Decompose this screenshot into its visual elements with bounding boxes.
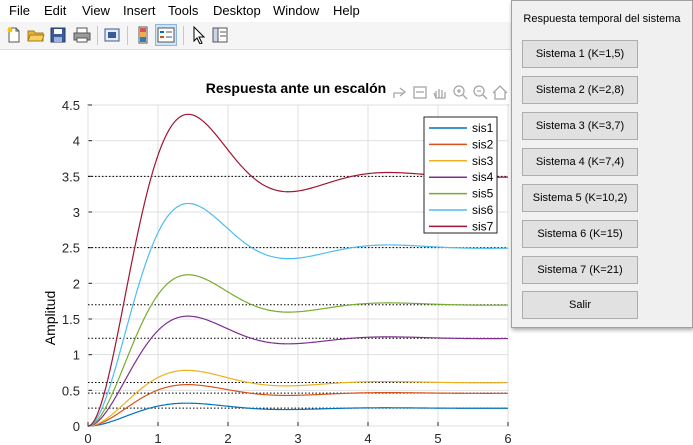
toolbar-separator (127, 26, 128, 45)
sistema-5-button[interactable]: Sistema 5 (K=10,2) (522, 184, 638, 212)
toolbar-separator (183, 26, 184, 45)
legend-icon[interactable] (157, 26, 175, 44)
open-folder-icon[interactable] (27, 26, 45, 44)
chart-title: Respuesta ante un escalón (206, 80, 387, 96)
y-tick-label: 1 (73, 348, 80, 363)
panel-title: Respuesta temporal del sistema (523, 13, 681, 25)
menu-file[interactable]: File (9, 3, 30, 18)
property-editor-icon[interactable] (211, 26, 229, 44)
y-tick-label: 0.5 (62, 383, 80, 398)
sistema-7-button[interactable]: Sistema 7 (K=21) (522, 256, 638, 284)
x-tick-label: 6 (504, 431, 511, 445)
legend-label-sis6: sis6 (472, 203, 494, 217)
x-tick-label: 4 (364, 431, 371, 445)
y-tick-labels: 0 0.5 1 1.5 2 2.5 3 3.5 4 4.5 (62, 98, 80, 434)
export-icon[interactable] (393, 87, 407, 98)
salir-button[interactable]: Salir (522, 291, 638, 319)
y-tick-label: 2.5 (62, 241, 80, 256)
y-axis-label: Amplitud (42, 291, 58, 345)
menu-view[interactable]: View (82, 3, 110, 18)
legend: sis1 sis2 sis3 sis4 sis5 sis6 sis7 (423, 116, 498, 234)
menu-help[interactable]: Help (333, 3, 360, 18)
x-tick-label: 1 (154, 431, 161, 445)
pan-icon[interactable] (433, 89, 446, 99)
x-tick-label: 5 (434, 431, 441, 445)
y-tick-label: 1.5 (62, 312, 80, 327)
toolbar-separator (97, 26, 98, 45)
x-tick-label: 3 (294, 431, 301, 445)
legend-label-sis2: sis2 (472, 137, 494, 151)
y-tick-label: 4 (73, 134, 80, 149)
axes-toolbar (393, 85, 508, 100)
legend-label-sis4: sis4 (472, 170, 494, 184)
brush-icon[interactable] (413, 86, 427, 99)
y-tick-label: 4.5 (62, 98, 80, 113)
sistema-4-button[interactable]: Sistema 4 (K=7,4) (522, 148, 638, 176)
y-tick-label: 2 (73, 276, 80, 291)
pointer-icon[interactable] (190, 26, 208, 44)
zoom-in-icon[interactable] (453, 85, 468, 100)
print-icon[interactable] (73, 26, 91, 44)
legend-label-sis1: sis1 (472, 121, 494, 135)
sistema-3-button[interactable]: Sistema 3 (K=3,7) (522, 112, 638, 140)
sistema-6-button[interactable]: Sistema 6 (K=15) (522, 220, 638, 248)
save-icon[interactable] (49, 26, 67, 44)
x-tick-labels: 0 1 2 3 4 5 6 (84, 431, 511, 445)
menu-insert[interactable]: Insert (123, 3, 156, 18)
x-tick-label: 2 (224, 431, 231, 445)
step-response-plot: 0 0.5 1 1.5 2 2.5 3 3.5 4 4.5 0 1 2 3 4 5 6 Respuesta a… (42, 80, 512, 445)
home-icon[interactable] (492, 85, 508, 100)
menu-tools[interactable]: Tools (168, 3, 198, 18)
zoom-out-icon[interactable] (473, 85, 488, 100)
y-tick-label: 3 (73, 205, 80, 220)
menu-desktop[interactable]: Desktop (213, 3, 261, 18)
legend-label-sis5: sis5 (472, 187, 494, 201)
menu-window[interactable]: Window (273, 3, 319, 18)
x-tick-label: 0 (84, 431, 91, 445)
legend-label-sis3: sis3 (472, 154, 494, 168)
sistema-2-button[interactable]: Sistema 2 (K=2,8) (522, 76, 638, 104)
print-preview-icon[interactable] (103, 26, 121, 44)
new-file-icon[interactable] (5, 26, 23, 44)
y-tick-label: 0 (73, 419, 80, 434)
menu-edit[interactable]: Edit (44, 3, 66, 18)
sistema-1-button[interactable]: Sistema 1 (K=1,5) (522, 40, 638, 68)
legend-label-sis7: sis7 (472, 219, 494, 233)
system-selector-panel: Respuesta temporal del sistema Sistema 1… (511, 0, 693, 328)
y-tick-label: 3.5 (62, 169, 80, 184)
colorbar-icon[interactable] (134, 26, 152, 44)
